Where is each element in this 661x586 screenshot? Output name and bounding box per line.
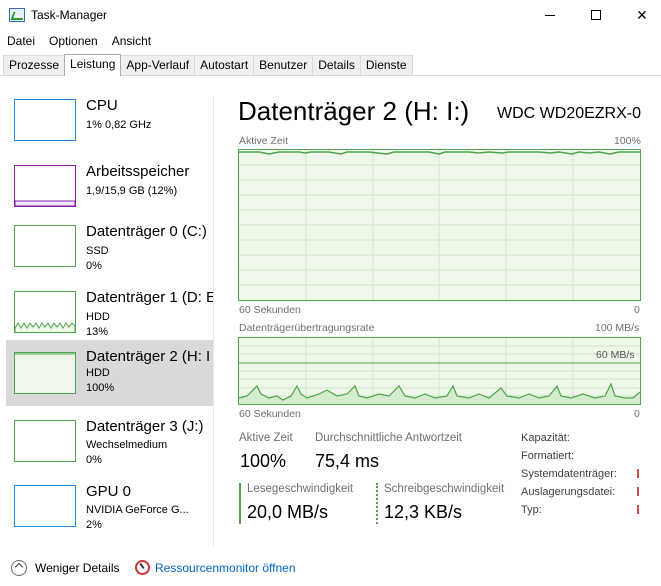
- read-speed-stat-label: Lesegeschwindigkeit: [247, 483, 354, 495]
- minimize-icon: [545, 14, 555, 16]
- sidebar-item-usage: 100%: [86, 382, 115, 394]
- transfer-rate-graph-min: 0: [634, 408, 640, 420]
- sidebar-item-disk-1[interactable]: Datenträger 1 (D: E HDD 13%: [6, 281, 213, 347]
- sidebar-item-detail: NVIDIA GeForce G...: [86, 504, 189, 516]
- sidebar-item-title: Datenträger 0 (C:): [86, 223, 207, 240]
- transfer-rate-graph-svg: [239, 338, 640, 404]
- footer-bar: Weniger Details Ressourcenmonitor öffnen: [0, 555, 661, 586]
- write-speed-stat-value: 12,3 KB/s: [384, 502, 463, 522]
- sidebar-item-usage: 2%: [86, 519, 102, 531]
- disk-1-thumbnail-graph: [14, 291, 76, 333]
- active-time-stat-label: Aktive Zeit: [239, 432, 293, 444]
- sidebar-item-title: Datenträger 3 (J:): [86, 418, 204, 435]
- menu-optionen[interactable]: Optionen: [42, 32, 105, 50]
- write-speed-indicator: [376, 483, 378, 524]
- active-time-graph-max: 100%: [614, 135, 641, 147]
- menu-bar: Datei Optionen Ansicht: [0, 32, 158, 50]
- fewer-details-button[interactable]: Weniger Details: [35, 561, 119, 575]
- read-speed-stat-value: 20,0 MB/s: [247, 502, 329, 522]
- page-file-value: [637, 487, 639, 496]
- sidebar-item-disk-0[interactable]: Datenträger 0 (C:) SSD 0%: [6, 215, 213, 281]
- active-time-graph-time: 60 Sekunden: [239, 304, 301, 316]
- tab-app-verlauf[interactable]: App-Verlauf: [120, 55, 196, 75]
- sidebar-item-title: Datenträger 1 (D: E: [86, 289, 213, 306]
- active-time-stat-value: 100%: [240, 451, 287, 471]
- tab-benutzer[interactable]: Benutzer: [253, 55, 314, 75]
- tab-details[interactable]: Details: [312, 55, 361, 75]
- open-resource-monitor-link[interactable]: Ressourcenmonitor öffnen: [155, 561, 296, 575]
- sidebar-item-detail: 1% 0,82 GHz: [86, 119, 152, 131]
- sidebar-item-detail: 1,9/15,9 GB (12%): [86, 185, 178, 197]
- disk-0-thumbnail-graph: [14, 225, 76, 267]
- title-bar[interactable]: Task-Manager ✕: [0, 0, 661, 30]
- tab-autostart[interactable]: Autostart: [194, 55, 255, 75]
- maximize-button[interactable]: [573, 0, 619, 30]
- active-time-graph-label: Aktive Zeit: [239, 135, 289, 147]
- active-time-graph-svg: [239, 150, 640, 300]
- type-label: Typ:: [521, 504, 542, 516]
- transfer-rate-graph-max: 100 MB/s: [595, 322, 640, 334]
- tab-bar: Prozesse Leistung App-Verlauf Autostart …: [3, 54, 413, 76]
- sidebar-item-usage: 0%: [86, 454, 102, 466]
- sidebar-item-gpu-0[interactable]: GPU 0 NVIDIA GeForce G... 2%: [6, 475, 213, 541]
- disk-3-thumbnail-graph: [14, 420, 76, 462]
- sidebar-item-disk-2[interactable]: Datenträger 2 (H: I HDD 100%: [6, 340, 213, 406]
- memory-thumbnail-graph: [14, 165, 76, 207]
- response-time-stat-label: Durchschnittliche Antwortzeit: [315, 432, 463, 444]
- gpu-thumbnail-graph: [14, 485, 76, 527]
- tab-dienste[interactable]: Dienste: [359, 55, 413, 75]
- sidebar-item-type: HDD: [86, 311, 110, 323]
- sidebar-item-title: CPU: [86, 97, 118, 114]
- sidebar-item-title: Datenträger 2 (H: I: [86, 348, 211, 365]
- menu-ansicht[interactable]: Ansicht: [105, 32, 158, 50]
- disk-2-thumbnail-graph: [14, 352, 76, 394]
- tab-leistung[interactable]: Leistung: [64, 54, 122, 76]
- minimize-button[interactable]: [527, 0, 573, 30]
- transfer-rate-graph-time: 60 Sekunden: [239, 408, 301, 420]
- transfer-rate-graph-label: Datenträgerübertragungsrate: [239, 322, 375, 334]
- task-manager-icon: [9, 8, 25, 22]
- read-speed-indicator: [239, 483, 241, 524]
- write-speed-stat-label: Schreibgeschwindigkeit: [384, 483, 505, 495]
- sidebar-item-disk-3[interactable]: Datenträger 3 (J:) Wechselmedium 0%: [6, 410, 213, 476]
- sidebar-item-type: Wechselmedium: [86, 439, 168, 451]
- capacity-label: Kapazität:: [521, 432, 570, 444]
- transfer-rate-graph: 60 MB/s: [238, 337, 641, 405]
- close-button[interactable]: ✕: [619, 0, 661, 30]
- formatted-label: Formatiert:: [521, 450, 575, 462]
- sidebar-item-usage: 0%: [86, 260, 102, 272]
- system-disk-value: [637, 469, 639, 478]
- sidebar-divider: [213, 96, 214, 546]
- disk-model: WDC WD20EZRX-0...: [497, 105, 642, 122]
- page-file-label: Auslagerungsdatei:: [521, 486, 616, 498]
- window-title: Task-Manager: [31, 8, 108, 22]
- cpu-thumbnail-graph: [14, 99, 76, 141]
- active-time-graph-min: 0: [634, 304, 640, 316]
- sidebar-item-type: HDD: [86, 367, 110, 379]
- sidebar-item-type: SSD: [86, 245, 109, 257]
- resource-sidebar: CPU 1% 0,82 GHz Arbeitsspeicher 1,9/15,9…: [0, 85, 213, 545]
- sidebar-item-title: Arbeitsspeicher: [86, 163, 190, 180]
- type-value: [637, 505, 639, 514]
- sidebar-item-title: GPU 0: [86, 483, 132, 500]
- system-disk-label: Systemdatenträger:: [521, 468, 617, 480]
- sidebar-item-cpu[interactable]: CPU 1% 0,82 GHz: [6, 89, 213, 155]
- menu-datei[interactable]: Datei: [0, 32, 42, 50]
- maximize-icon: [591, 10, 601, 20]
- collapse-icon[interactable]: [11, 560, 27, 576]
- disk-title: Datenträger 2 (H: I:): [238, 96, 470, 126]
- tab-prozesse[interactable]: Prozesse: [3, 55, 66, 75]
- resource-monitor-icon: [135, 560, 150, 575]
- sidebar-item-memory[interactable]: Arbeitsspeicher 1,9/15,9 GB (12%): [6, 155, 213, 221]
- close-icon: ✕: [636, 6, 648, 23]
- active-time-graph: [238, 149, 641, 301]
- response-time-stat-value: 75,4 ms: [315, 451, 380, 471]
- transfer-rate-scale-label: 60 MB/s: [596, 349, 635, 361]
- sidebar-item-usage: 13%: [86, 326, 109, 338]
